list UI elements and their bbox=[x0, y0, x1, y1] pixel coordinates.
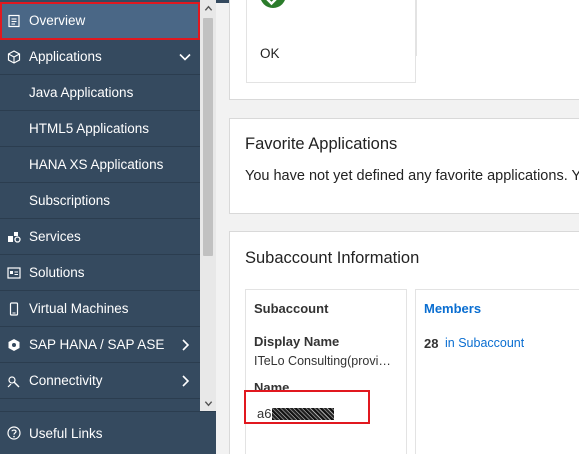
database-icon bbox=[7, 338, 21, 352]
scrollbar-thumb[interactable] bbox=[203, 18, 213, 256]
sidebar-item-label: SAP HANA / SAP ASE bbox=[29, 337, 165, 352]
applications-icon bbox=[7, 49, 21, 64]
sidebar-item-label: Solutions bbox=[29, 265, 85, 280]
favorite-applications-card: Favorite Applications You have not yet d… bbox=[229, 118, 579, 214]
sidebar-item-label: Overview bbox=[29, 13, 86, 28]
sidebar-scrollbar[interactable] bbox=[200, 0, 216, 411]
connectivity-icon bbox=[7, 374, 21, 388]
sidebar-item-label: Java Applications bbox=[29, 85, 134, 100]
sidebar-footer-label: Useful Links bbox=[29, 425, 103, 441]
main-content: OK Favorite Applications You have not ye… bbox=[216, 0, 579, 454]
sidebar-item-label: Services bbox=[29, 229, 81, 244]
status-label: OK bbox=[260, 46, 280, 61]
sidebar-item-html5-applications[interactable]: HTML5 Applications bbox=[0, 111, 200, 147]
subaccount-information-card: Subaccount Information Subaccount Displa… bbox=[229, 231, 579, 454]
services-icon bbox=[7, 230, 21, 244]
sidebar-item-label: Connectivity bbox=[29, 373, 103, 388]
sidebar-item-virtual-machines[interactable]: Virtual Machines bbox=[0, 291, 200, 327]
name-label: Name bbox=[254, 380, 290, 395]
sidebar-item-java-applications[interactable]: Java Applications bbox=[0, 75, 200, 111]
sidebar-item-label: Virtual Machines bbox=[29, 301, 129, 316]
sidebar-item-useful-links[interactable]: Useful Links bbox=[0, 411, 216, 454]
sidebar-item-applications[interactable]: Applications bbox=[0, 39, 200, 75]
subaccount-heading: Subaccount bbox=[254, 301, 329, 316]
subaccount-details-tile: Subaccount Display Name ITeLo Consulting… bbox=[245, 289, 407, 454]
name-value-prefix: a6 bbox=[257, 406, 272, 421]
sidebar-item-connectivity[interactable]: Connectivity bbox=[0, 363, 200, 399]
status-card: OK bbox=[229, 0, 579, 100]
status-divider bbox=[416, 0, 417, 56]
sidebar-item-solutions[interactable]: Solutions bbox=[0, 255, 200, 291]
solutions-icon bbox=[7, 266, 21, 280]
sidebar-item-hana-xs-applications[interactable]: HANA XS Applications bbox=[0, 147, 200, 183]
name-value: a6 bbox=[257, 406, 335, 421]
sidebar-item-subscriptions[interactable]: Subscriptions bbox=[0, 183, 200, 219]
sidebar-nav: Overview Applications Java Applications … bbox=[0, 0, 216, 411]
members-subaccount-link[interactable]: in Subaccount bbox=[445, 336, 524, 350]
scroll-down-arrow-icon[interactable] bbox=[200, 395, 216, 411]
help-icon bbox=[7, 426, 21, 440]
sidebar-item-label: Subscriptions bbox=[29, 193, 111, 208]
sidebar: Overview Applications Java Applications … bbox=[0, 0, 216, 454]
scroll-up-arrow-icon[interactable] bbox=[200, 0, 216, 16]
virtual-machines-icon bbox=[7, 301, 21, 316]
favorites-title: Favorite Applications bbox=[245, 135, 398, 153]
sidebar-item-label: HTML5 Applications bbox=[29, 121, 150, 136]
subaccount-title: Subaccount Information bbox=[245, 249, 420, 267]
chevron-down-icon[interactable] bbox=[178, 50, 192, 64]
members-count: 28 bbox=[424, 336, 439, 351]
favorites-message: You have not yet defined any favorite ap… bbox=[245, 168, 579, 184]
chevron-right-icon[interactable] bbox=[178, 338, 192, 352]
members-heading-link[interactable]: Members bbox=[424, 301, 481, 316]
sidebar-item-services[interactable]: Services bbox=[0, 219, 200, 255]
members-tile: Members 28 in Subaccount bbox=[415, 289, 579, 454]
sidebar-item-overview[interactable]: Overview bbox=[0, 3, 200, 39]
check-circle-icon bbox=[261, 0, 285, 8]
sidebar-item-label: Applications bbox=[29, 49, 102, 64]
status-tile[interactable]: OK bbox=[246, 0, 416, 83]
chevron-right-icon[interactable] bbox=[178, 374, 192, 388]
sidebar-item-label: HANA XS Applications bbox=[29, 157, 164, 172]
cockpit-window: Overview Applications Java Applications … bbox=[0, 0, 579, 454]
sidebar-item-sap-hana-ase[interactable]: SAP HANA / SAP ASE bbox=[0, 327, 200, 363]
redacted-text bbox=[272, 407, 335, 420]
display-name-label: Display Name bbox=[254, 334, 340, 349]
overview-icon bbox=[7, 14, 21, 28]
display-name-value: ITeLo Consulting(provi… bbox=[254, 354, 391, 368]
